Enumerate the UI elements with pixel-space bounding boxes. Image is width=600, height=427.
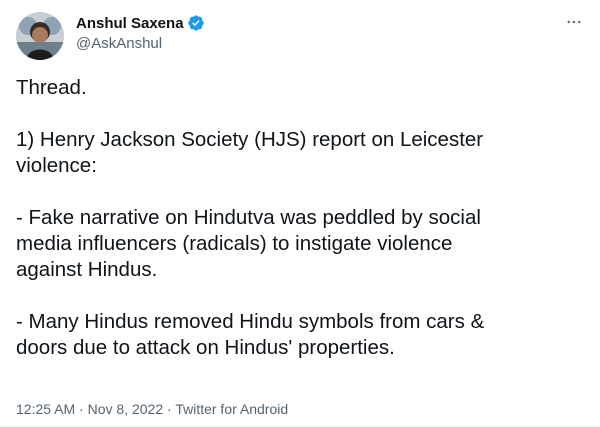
tweet-text: Thread. 1) Henry Jackson Society (HJS) r… (16, 75, 576, 361)
meta-separator: · (79, 401, 84, 417)
tweet-paragraph: Thread. (16, 75, 576, 101)
tweet-line: against Hindus. (16, 258, 158, 281)
tweet-line: - Fake narrative on Hindutva was peddled… (16, 206, 481, 229)
tweet-line: media influencers (radicals) to instigat… (16, 232, 453, 255)
author-display-name[interactable]: Anshul Saxena (76, 15, 184, 32)
tweet-paragraph: 1) Henry Jackson Society (HJS) report on… (16, 127, 576, 179)
tweet-header: Anshul Saxena @AskAnshul (16, 10, 584, 60)
tweet-meta: 12:25 AM · Nov 8, 2022 · Twitter for And… (16, 401, 288, 417)
more-options-button[interactable] (560, 10, 588, 34)
tweet-line: doors due to attack on Hindus' propertie… (16, 336, 395, 359)
avatar[interactable] (16, 12, 64, 60)
tweet-paragraph: - Many Hindus removed Hindu symbols from… (16, 309, 576, 361)
tweet-time-link[interactable]: 12:25 AM (16, 401, 75, 417)
tweet-line: violence: (16, 154, 97, 177)
tweet-paragraph: - Fake narrative on Hindutva was peddled… (16, 205, 576, 283)
tweet-line: 1) Henry Jackson Society (HJS) report on… (16, 128, 484, 151)
verified-badge-icon (187, 14, 205, 32)
profile-photo-icon (16, 12, 64, 60)
tweet-line: Thread. (16, 76, 87, 99)
tweet-source-link[interactable]: Twitter for Android (175, 401, 288, 417)
author-handle[interactable]: @AskAnshul (76, 34, 205, 54)
meta-separator: · (167, 401, 172, 417)
tweet-line: - Many Hindus removed Hindu symbols from… (16, 310, 485, 333)
author-names: Anshul Saxena @AskAnshul (76, 13, 205, 54)
tweet-card: Anshul Saxena @AskAnshul Thread. 1) Henr… (0, 0, 600, 427)
tweet-date-link[interactable]: Nov 8, 2022 (88, 401, 164, 417)
more-options-icon (567, 20, 581, 24)
